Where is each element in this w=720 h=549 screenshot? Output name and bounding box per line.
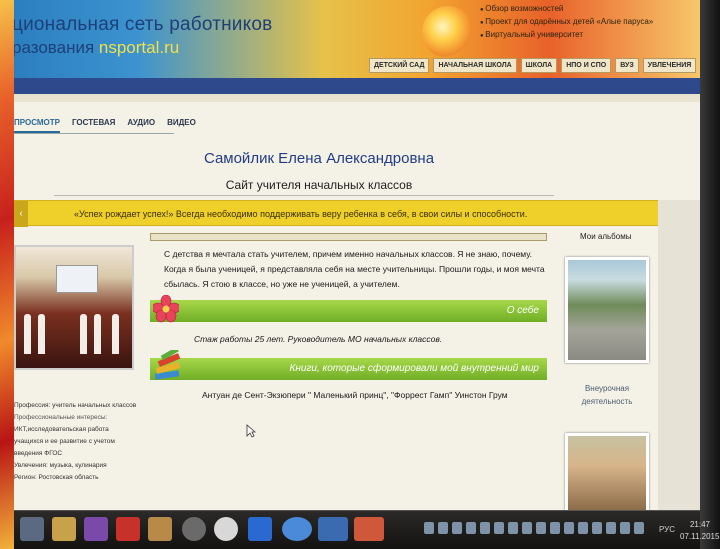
- media-player-icon[interactable]: [248, 517, 272, 541]
- album-photo[interactable]: [565, 257, 649, 363]
- top-link-scarlet-sails[interactable]: Проект для одарённых детей «Алые паруса»: [480, 16, 653, 29]
- browser-screen: циональная сеть работников разования nsp…: [14, 0, 700, 510]
- top-link-virtual-university[interactable]: Виртуальный университет: [480, 29, 653, 42]
- quote-text: «Успех рождает успех!» Всегда необходимо…: [74, 209, 528, 219]
- tray-icon[interactable]: [536, 522, 546, 534]
- page-subtitle: Сайт учителя начальных классов: [225, 178, 413, 192]
- tray-icon[interactable]: [578, 522, 588, 534]
- tray-icon[interactable]: [466, 522, 476, 534]
- album-caption[interactable]: Внеурочная деятельность: [562, 382, 652, 408]
- logo-prefix: разования: [14, 38, 99, 57]
- powerpoint-icon[interactable]: [354, 517, 384, 541]
- section-about-title: О себе: [506, 305, 539, 316]
- top-links: Обзор возможностей Проект для одарённых …: [480, 3, 653, 42]
- photo-figure: [24, 314, 31, 354]
- profile-interest: учащихся и ее развитие с учетом: [14, 438, 115, 445]
- mouse-cursor-icon: [246, 424, 256, 438]
- header-divider-bar: [14, 78, 700, 94]
- logo-text-line1[interactable]: циональная сеть работников: [14, 14, 272, 36]
- tray-icon[interactable]: [424, 522, 434, 534]
- tray-icon[interactable]: [564, 522, 574, 534]
- webcam-icon[interactable]: [182, 517, 206, 541]
- section-about-header[interactable]: О себе: [150, 300, 547, 322]
- explorer-icon[interactable]: [20, 517, 44, 541]
- tray-icon[interactable]: [438, 522, 448, 534]
- tray-icon[interactable]: [452, 522, 462, 534]
- header-underbar: [14, 94, 700, 102]
- profile-photo[interactable]: [14, 245, 134, 370]
- subtitle-divider: [54, 195, 554, 196]
- chevron-left-icon[interactable]: ‹: [14, 201, 28, 227]
- tray-icon[interactable]: [620, 522, 630, 534]
- main-nav: ДЕТСКИЙ САД НАЧАЛЬНАЯ ШКОЛА ШКОЛА НПО И …: [369, 58, 697, 73]
- app-icon[interactable]: [84, 517, 108, 541]
- tab-view[interactable]: ПРОСМОТР: [14, 118, 60, 133]
- logo-brand: nsportal.ru: [98, 38, 180, 57]
- tray-icon[interactable]: [508, 522, 518, 534]
- paint-icon[interactable]: [148, 517, 172, 541]
- header-sun-graphic: [422, 6, 474, 58]
- windows-taskbar: РУС 21:47 07.11.2015: [14, 510, 719, 549]
- tray-icon[interactable]: [480, 522, 490, 534]
- section-books-title: Книги, которые сформировали мой внутренн…: [289, 363, 539, 374]
- content-top-bar: [150, 233, 547, 241]
- browser-icon[interactable]: [282, 517, 312, 541]
- nav-university[interactable]: ВУЗ: [615, 58, 639, 73]
- photo-figure: [80, 314, 87, 354]
- disc-icon[interactable]: [214, 517, 238, 541]
- system-tray: [424, 522, 644, 534]
- slide-decoration: [0, 0, 14, 549]
- photo-figure: [112, 314, 119, 354]
- nav-school[interactable]: ШКОЛА: [520, 58, 558, 73]
- quote-banner: ‹ «Успех рождает успех!» Всегда необходи…: [14, 200, 658, 227]
- profile-interest: ИКТ,исследовательская работа: [14, 426, 109, 433]
- photo-figure: [38, 314, 45, 354]
- tray-icon[interactable]: [606, 522, 616, 534]
- tray-icon[interactable]: [592, 522, 602, 534]
- profile-region: Регион: Ростовская область: [14, 474, 99, 481]
- nav-kindergarten[interactable]: ДЕТСКИЙ САД: [369, 58, 430, 73]
- profile-profession: Профессия: учитель начальных классов: [14, 402, 137, 409]
- top-link-overview[interactable]: Обзор возможностей: [480, 3, 653, 16]
- tray-icon[interactable]: [634, 522, 644, 534]
- tab-guestbook[interactable]: ГОСТЕВАЯ: [72, 118, 115, 133]
- folder-icon[interactable]: [52, 517, 76, 541]
- clock-date: 07.11.2015: [680, 532, 720, 541]
- album-photo[interactable]: [565, 433, 649, 510]
- profile-interest: введения ФГОС: [14, 450, 63, 457]
- clock-time: 21:47: [689, 520, 710, 529]
- word-icon[interactable]: [318, 517, 348, 541]
- books-icon: [154, 350, 181, 380]
- tray-icon[interactable]: [522, 522, 532, 534]
- photo-figure: [94, 314, 101, 354]
- profile-hobbies: Увлечения: музыка, кулинария: [14, 462, 107, 469]
- tab-audio[interactable]: АУДИО: [127, 118, 155, 133]
- monitor-edge: [700, 0, 720, 549]
- photo-board: [56, 265, 98, 293]
- profile-interests-label: Профессиональные интересы:: [14, 414, 108, 421]
- nav-hobbies[interactable]: УВЛЕЧЕНИЯ: [642, 58, 697, 73]
- profile-info: Профессия: учитель начальных классов Про…: [14, 400, 149, 484]
- nav-npo-spo[interactable]: НПО И СПО: [561, 58, 612, 73]
- tray-icon[interactable]: [550, 522, 560, 534]
- profile-tabs: ПРОСМОТР ГОСТЕВАЯ АУДИО ВИДЕО: [14, 118, 196, 133]
- tab-video[interactable]: ВИДЕО: [167, 118, 196, 133]
- flash-icon[interactable]: [116, 517, 140, 541]
- section-books-header[interactable]: Книги, которые сформировали мой внутренн…: [150, 358, 547, 380]
- site-header: циональная сеть работников разования nsp…: [14, 0, 700, 78]
- section-about-text: Стаж работы 25 лет. Руководитель МО нача…: [194, 334, 443, 344]
- intro-text: С детства я мечтала стать учителем, прич…: [164, 249, 545, 289]
- nav-primary-school[interactable]: НАЧАЛЬНАЯ ШКОЛА: [433, 58, 517, 73]
- page-title: Самойлик Елена Александровна: [203, 150, 435, 167]
- section-books-text: Антуан де Сент-Экзюпери " Маленький прин…: [202, 390, 508, 400]
- flower-icon: [153, 295, 179, 323]
- logo-text-line2[interactable]: разования nsportal.ru: [14, 38, 179, 58]
- clock[interactable]: 21:47 07.11.2015: [680, 519, 720, 543]
- language-indicator[interactable]: РУС: [659, 525, 675, 534]
- tabs-underline: [14, 133, 174, 134]
- albums-title: Мои альбомы: [580, 232, 632, 241]
- tray-icon[interactable]: [494, 522, 504, 534]
- right-gutter: [658, 200, 700, 510]
